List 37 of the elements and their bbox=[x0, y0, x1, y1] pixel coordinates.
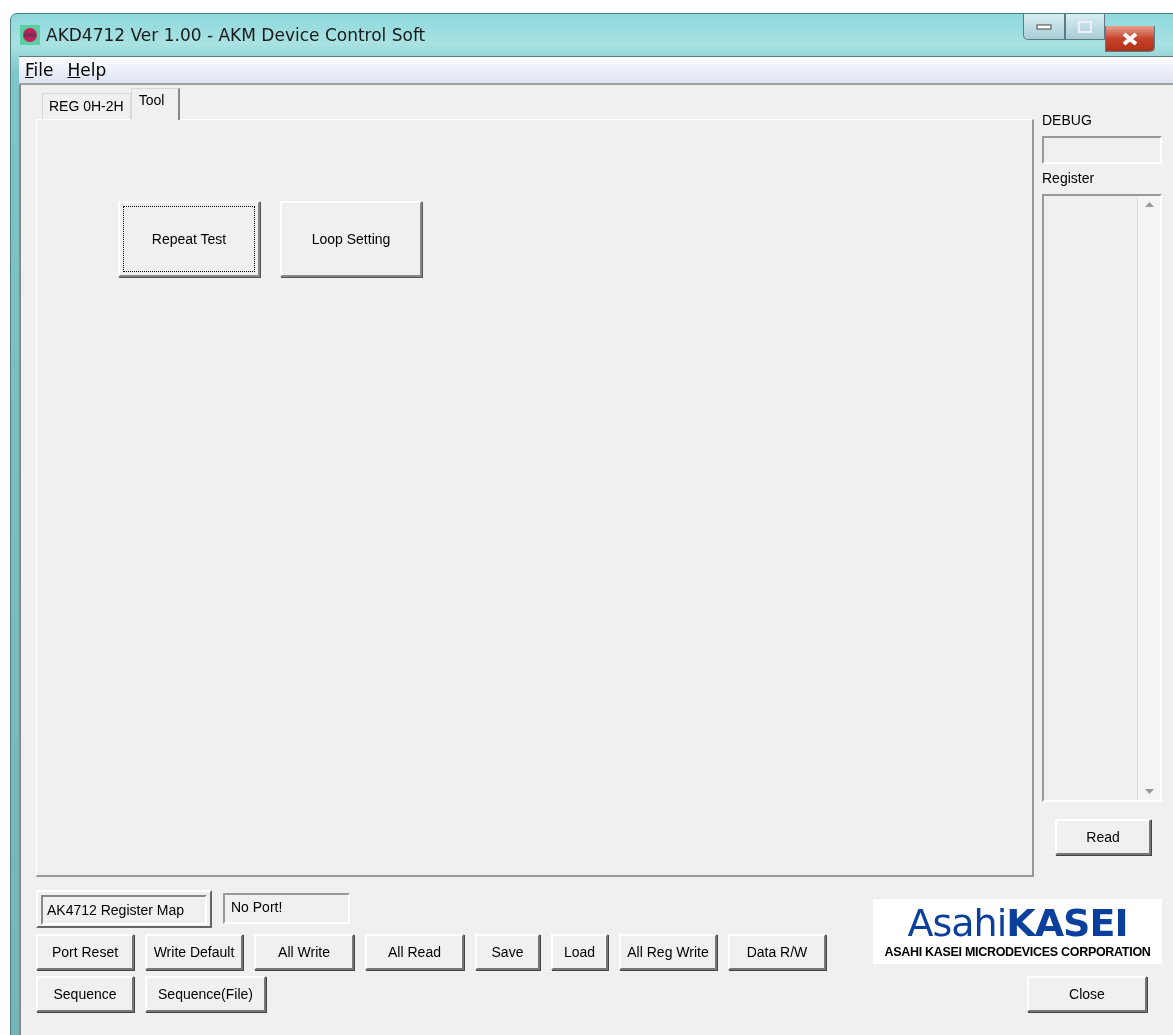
app-icon bbox=[20, 25, 40, 45]
menu-item[interactable]: Help bbox=[67, 60, 107, 80]
tool-button[interactable]: Loop Setting bbox=[280, 201, 422, 277]
action-button[interactable]: Sequence bbox=[36, 976, 134, 1012]
register-label: Register bbox=[1042, 170, 1096, 186]
menu-item[interactable]: File bbox=[25, 60, 54, 80]
close-icon bbox=[1122, 31, 1138, 46]
scroll-down-icon[interactable] bbox=[1144, 789, 1154, 794]
close-button[interactable]: Close bbox=[1027, 976, 1147, 1012]
maximize-icon bbox=[1078, 20, 1092, 33]
register-map-button[interactable]: AK4712 Register Map bbox=[36, 890, 212, 928]
debug-label: DEBUG bbox=[1042, 112, 1093, 128]
action-button[interactable]: All Read bbox=[365, 934, 464, 970]
register-list[interactable] bbox=[1042, 194, 1162, 802]
minimize-button[interactable] bbox=[1023, 14, 1065, 40]
action-button[interactable]: All Write bbox=[254, 934, 354, 970]
action-button[interactable]: Load bbox=[551, 934, 608, 970]
tab[interactable]: REG 0H-2H bbox=[42, 93, 131, 119]
logo-tagline: ASAHI KASEI MICRODEVICES CORPORATION bbox=[884, 945, 1151, 959]
action-button[interactable]: Write Default bbox=[145, 934, 243, 970]
action-button[interactable]: Sequence(File) bbox=[145, 976, 266, 1012]
action-button[interactable]: Port Reset bbox=[36, 934, 134, 970]
scroll-up-icon[interactable] bbox=[1144, 202, 1154, 207]
window-title: AKD4712 Ver 1.00 - AKM Device Control Soft bbox=[46, 25, 427, 45]
action-button[interactable]: Data R/W bbox=[728, 934, 826, 970]
action-button[interactable]: Save bbox=[475, 934, 540, 970]
action-button[interactable]: All Reg Write bbox=[619, 934, 717, 970]
tab[interactable]: Tool bbox=[130, 88, 181, 120]
maximize-button[interactable] bbox=[1065, 14, 1105, 40]
port-status-field: No Port! bbox=[223, 893, 350, 924]
debug-field[interactable] bbox=[1042, 136, 1162, 164]
close-button[interactable] bbox=[1105, 26, 1155, 52]
scrollbar[interactable] bbox=[1137, 196, 1160, 800]
read-button[interactable]: Read bbox=[1055, 819, 1151, 855]
minimize-icon bbox=[1036, 23, 1052, 30]
tool-button[interactable]: Repeat Test bbox=[118, 201, 260, 277]
logo-wordmark: AsahiKASEI bbox=[907, 904, 1128, 942]
